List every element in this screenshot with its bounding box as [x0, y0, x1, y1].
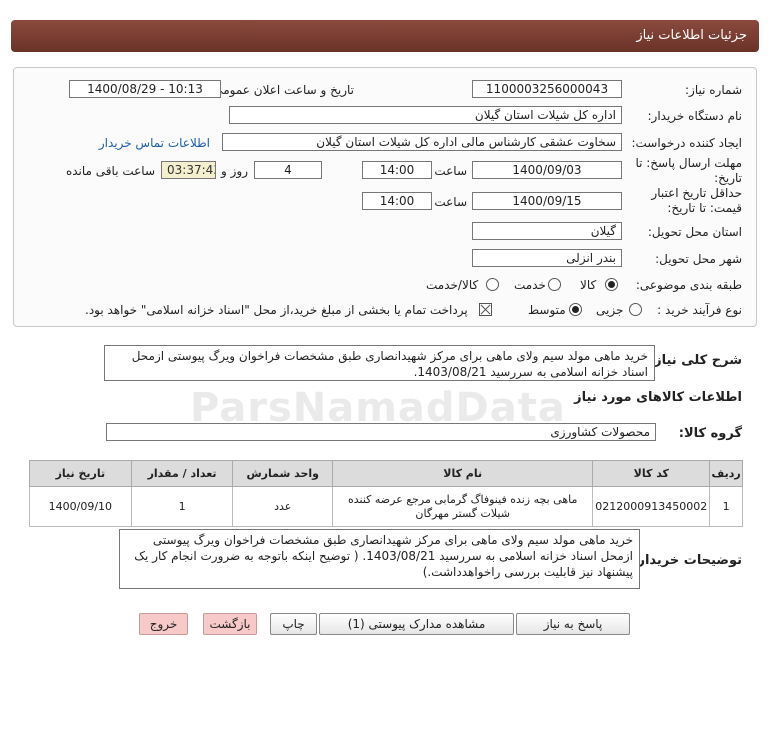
goods-table: ردیف کد کالا نام کالا واحد شمارش تعداد /… — [29, 460, 743, 527]
col-date: تاریخ نیاز — [29, 460, 132, 487]
buyer-notes-text: خرید ماهی مولد سیم ولای ماهی برای مرکز ش… — [119, 529, 640, 589]
province-label: استان محل تحویل: — [647, 225, 742, 239]
col-unit: واحد شمارش — [232, 460, 334, 487]
row-date: 1400/09/10 — [29, 486, 132, 527]
category-radio-service[interactable] — [548, 278, 561, 291]
goods-group-label: گروه کالا: — [678, 426, 742, 441]
row-qty: 1 — [130, 486, 234, 527]
province-field: گیلان — [472, 222, 622, 240]
remaining-time-field: 03:37:43 — [161, 161, 216, 179]
goods-section-title: اطلاعات کالاهای مورد نیاز — [574, 390, 742, 405]
category-radio-goods-service[interactable] — [486, 278, 499, 291]
category-option-service: خدمت — [514, 278, 546, 292]
process-label: نوع فرآیند خرید : — [657, 303, 742, 317]
row-unit: عدد — [232, 486, 334, 527]
buyer-org-field: اداره کل شیلات استان گیلان — [229, 106, 622, 124]
deadline-date-field: 1400/09/03 — [472, 161, 622, 179]
page-header: جزئیات اطلاعات نیاز — [11, 20, 759, 52]
goods-group-field: محصولات کشاورزی — [106, 423, 656, 441]
process-radio-medium[interactable] — [569, 303, 582, 316]
table-row: 1 0212000913450002 ماهی بچه زنده فینوفاگ… — [29, 486, 743, 527]
creator-field: سخاوت عشقی کارشناس مالی اداره کل شیلات ا… — [222, 133, 622, 151]
validity-time-label: ساعت — [434, 195, 467, 209]
col-index: ردیف — [709, 460, 743, 487]
page-title: جزئیات اطلاعات نیاز — [636, 28, 747, 43]
process-radio-minor[interactable] — [629, 303, 642, 316]
deadline-label: مهلت ارسال پاسخ: تا تاریخ: — [635, 156, 742, 185]
validity-label: حداقل تاریخ اعتبار قیمت: تا تاریخ: — [651, 186, 742, 215]
col-code: کد کالا — [592, 460, 711, 487]
buyer-notes-label: توضیحات خریدار: — [632, 553, 742, 568]
validity-time-field: 14:00 — [362, 192, 432, 210]
row-index: 1 — [709, 486, 743, 527]
category-option-goods: کالا — [580, 278, 597, 292]
category-radio-goods[interactable] — [605, 278, 618, 291]
announce-datetime-field: 1400/08/29 - 10:13 — [69, 80, 221, 98]
validity-date-field: 1400/09/15 — [472, 192, 622, 210]
category-label: طبقه بندی موضوعی: — [635, 278, 742, 292]
buyer-org-label: نام دستگاه خریدار: — [647, 109, 743, 123]
print-button[interactable]: چاپ — [270, 613, 317, 635]
back-button[interactable]: بازگشت — [203, 613, 257, 635]
treasury-payment-note: پرداخت تمام یا بخشی از مبلغ خرید،از محل … — [85, 303, 468, 317]
row-name: ماهی بچه زنده فینوفاگ گرمابی مرجع عرضه ک… — [332, 486, 594, 527]
category-option-goods-service: کالا/خدمت — [426, 278, 479, 292]
view-attachments-button[interactable]: مشاهده مدارک پیوستی (1) — [319, 613, 514, 635]
deadline-time-field: 14:00 — [362, 161, 432, 179]
remaining-label: ساعت باقی مانده — [65, 164, 155, 178]
city-label: شهر محل تحویل: — [655, 252, 742, 266]
process-option-medium: متوسط — [528, 303, 566, 317]
deadline-time-label: ساعت — [434, 164, 467, 178]
col-qty: تعداد / مقدار — [130, 460, 234, 487]
need-number-field: 1100003256000043 — [472, 80, 622, 98]
days-label: روز و — [221, 164, 248, 178]
summary-label: شرح کلی نیاز: — [648, 353, 742, 368]
contact-info-link[interactable]: اطلاعات تماس خریدار — [99, 136, 210, 150]
summary-text: خرید ماهی مولد سیم ولای ماهی برای مرکز ش… — [104, 345, 655, 381]
exit-button[interactable]: خروج — [139, 613, 188, 635]
treasury-payment-checkbox[interactable] — [479, 303, 492, 316]
days-field: 4 — [254, 161, 322, 179]
announce-label: تاریخ و ساعت اعلان عمومی: — [209, 83, 354, 97]
reply-button[interactable]: پاسخ به نیاز — [516, 613, 630, 635]
need-number-label: شماره نیاز: — [685, 83, 742, 97]
goods-table-header: ردیف کد کالا نام کالا واحد شمارش تعداد /… — [29, 460, 743, 487]
row-code: 0212000913450002 — [592, 486, 711, 527]
col-name: نام کالا — [332, 460, 594, 487]
city-field: بندر انزلی — [472, 249, 622, 267]
process-option-minor: جزیی — [596, 303, 624, 317]
creator-label: ایجاد کننده درخواست: — [631, 136, 742, 150]
